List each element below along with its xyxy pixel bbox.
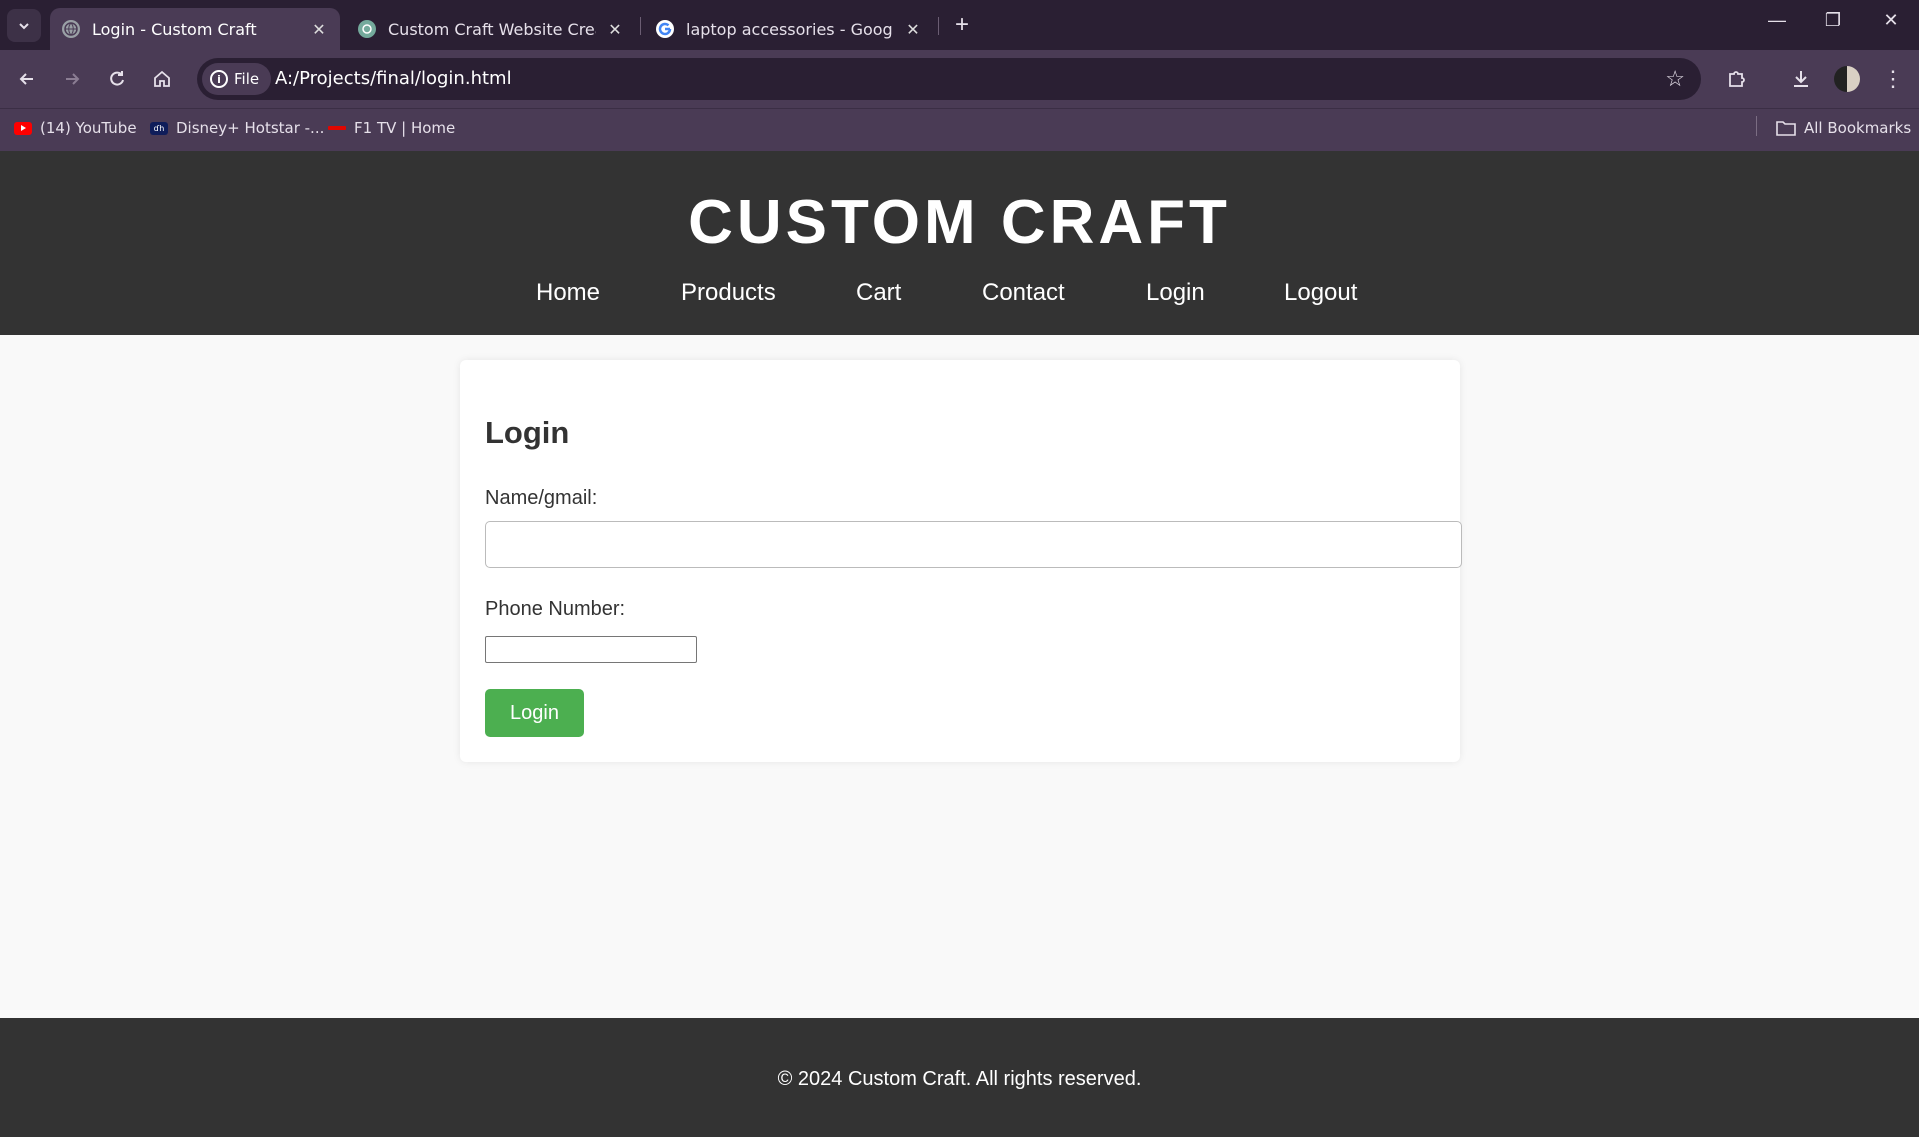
chatgpt-icon [358, 20, 376, 38]
tab-title: Login - Custom Craft [92, 19, 257, 39]
new-tab-button[interactable]: + [948, 11, 976, 39]
nav-cart[interactable]: Cart [856, 279, 901, 307]
bookmark-label: Disney+ Hotstar -... [176, 119, 325, 137]
back-button[interactable] [10, 62, 44, 96]
site-info-chip[interactable]: i File [202, 63, 272, 95]
nav-logout[interactable]: Logout [1284, 279, 1357, 307]
tab-title: laptop accessories - Google Sea [686, 19, 894, 39]
reload-button[interactable] [100, 62, 134, 96]
bookmark-youtube[interactable]: (14) YouTube [14, 119, 137, 137]
nav-login[interactable]: Login [1146, 279, 1205, 307]
tab-custom-craft-website-creation[interactable]: Custom Craft Website Creation ✕ [346, 8, 636, 50]
home-button[interactable] [145, 62, 179, 96]
reload-icon [110, 71, 124, 86]
chevron-down-icon [19, 22, 29, 29]
bookmark-star-icon[interactable]: ☆ [1665, 66, 1685, 92]
browser-toolbar: i File A:/Projects/final/login.html ☆ ⋮ [0, 50, 1919, 108]
close-tab-icon[interactable]: ✕ [904, 20, 922, 39]
hotstar-icon: ɗh [150, 121, 168, 135]
bookmark-label: (14) YouTube [40, 119, 137, 137]
name-gmail-input[interactable] [485, 521, 1462, 568]
f1-icon [328, 126, 346, 130]
login-card: Login Name/gmail: Phone Number: Login [460, 360, 1462, 762]
site-footer: © 2024 Custom Craft. All rights reserved… [0, 1018, 1919, 1137]
address-bar[interactable]: i File A:/Projects/final/login.html ☆ [197, 58, 1701, 100]
minimize-icon[interactable]: — [1762, 10, 1792, 31]
extensions-button[interactable] [1720, 62, 1754, 96]
folder-icon [1776, 120, 1796, 136]
url-text[interactable]: A:/Projects/final/login.html [275, 68, 512, 89]
avatar [1834, 66, 1860, 92]
tab-search-button[interactable] [7, 9, 41, 42]
phone-number-input[interactable] [485, 636, 697, 663]
forward-button[interactable] [55, 62, 89, 96]
arrow-left-icon [19, 73, 33, 85]
puzzle-icon [1729, 71, 1745, 87]
window-close-icon[interactable]: ✕ [1876, 10, 1906, 31]
login-heading: Login [485, 415, 570, 450]
bookmark-hotstar[interactable]: ɗh Disney+ Hotstar -... [150, 119, 324, 137]
google-icon [656, 20, 674, 38]
tab-divider [640, 17, 641, 35]
profile-button[interactable] [1830, 62, 1864, 96]
info-icon: i [210, 70, 228, 88]
home-icon [154, 70, 170, 87]
bookmark-label: F1 TV | Home [354, 119, 456, 137]
bookmarks-bar: (14) YouTube ɗh Disney+ Hotstar -... F1 … [0, 108, 1919, 151]
nav-contact[interactable]: Contact [982, 279, 1065, 307]
bookmark-f1tv[interactable]: F1 TV | Home [328, 119, 455, 137]
close-tab-icon[interactable]: ✕ [606, 20, 624, 39]
tab-divider [938, 17, 939, 35]
all-bookmarks-label: All Bookmarks [1804, 119, 1912, 137]
scheme-label: File [234, 70, 260, 88]
tab-login-custom-craft[interactable]: Login - Custom Craft ✕ [50, 8, 340, 50]
download-icon [1794, 71, 1808, 87]
restore-icon[interactable]: ❐ [1818, 10, 1848, 31]
name-gmail-label: Name/gmail: [485, 487, 598, 509]
globe-icon [62, 20, 80, 38]
site-title: CUSTOM CRAFT [688, 188, 1231, 257]
nav-home[interactable]: Home [536, 279, 600, 307]
copyright-text: © 2024 Custom Craft. All rights reserved… [777, 1068, 1142, 1090]
youtube-icon [14, 121, 32, 135]
arrow-right-icon [66, 73, 80, 85]
phone-number-label: Phone Number: [485, 598, 626, 620]
browser-tab-strip: Login - Custom Craft ✕ Custom Craft Webs… [0, 0, 1919, 50]
nav-products[interactable]: Products [681, 279, 776, 307]
close-tab-icon[interactable]: ✕ [310, 20, 328, 39]
tab-title: Custom Craft Website Creation [388, 19, 596, 39]
downloads-button[interactable] [1784, 62, 1818, 96]
tab-laptop-accessories[interactable]: laptop accessories - Google Sea ✕ [644, 8, 934, 50]
bookmarks-divider [1756, 116, 1757, 136]
login-submit-button[interactable]: Login [485, 689, 584, 737]
site-header: CUSTOM CRAFT Home Products Cart Contact … [0, 151, 1919, 335]
menu-kebab-icon[interactable]: ⋮ [1876, 62, 1910, 96]
all-bookmarks-button[interactable]: All Bookmarks [1776, 119, 1911, 137]
